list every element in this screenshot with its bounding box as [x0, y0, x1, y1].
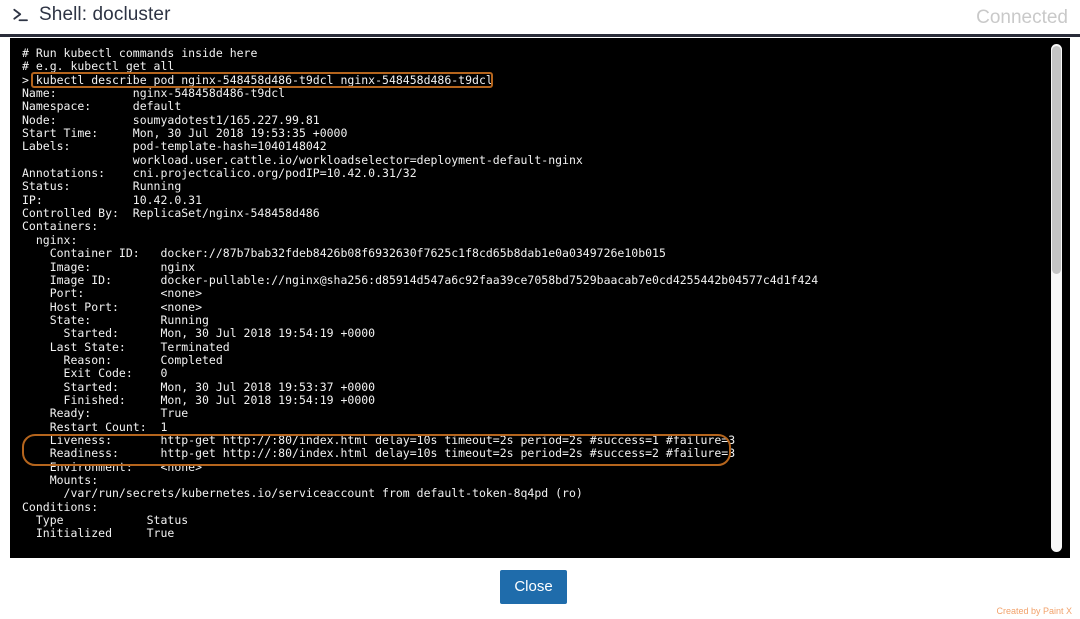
- terminal-scrollbar[interactable]: [1051, 44, 1062, 552]
- terminal-line: State: Running: [22, 312, 209, 327]
- terminal-line: Start Time: Mon, 30 Jul 2018 19:53:35 +0…: [22, 126, 348, 141]
- terminal-line: Annotations: cni.projectcalico.org/podIP…: [22, 166, 417, 181]
- terminal-line: Controlled By: ReplicaSet/nginx-548458d4…: [22, 206, 320, 221]
- terminal-line: Readiness: http-get http://:80/index.htm…: [22, 446, 736, 461]
- terminal-output[interactable]: # Run kubectl commands inside here # e.g.…: [22, 46, 1036, 541]
- terminal-line: Image ID: docker-pullable://nginx@sha256…: [22, 272, 819, 287]
- terminal-line: Namespace: default: [22, 99, 182, 114]
- terminal-line: Started: Mon, 30 Jul 2018 19:53:37 +0000: [22, 379, 376, 394]
- terminal-line: Mounts:: [22, 473, 99, 487]
- terminal-line: IP: 10.42.0.31: [22, 192, 203, 207]
- terminal-line: Node: soumyadotest1/165.227.99.81: [22, 112, 320, 127]
- shell-header-left: Shell: docluster: [12, 4, 171, 26]
- terminal-line: Status: Running: [22, 179, 182, 194]
- connection-status-badge: Connected: [976, 7, 1068, 28]
- terminal-line: Containers:: [22, 219, 99, 234]
- terminal-line: workload.user.cattle.io/workloadselector…: [22, 152, 583, 167]
- terminal-line: # Run kubectl commands inside here: [22, 46, 258, 60]
- terminal-line: Last State: Terminated: [22, 339, 230, 354]
- terminal-line: Host Port: <none>: [22, 299, 203, 314]
- terminal-line: nginx:: [22, 232, 78, 247]
- terminal-line: Container ID: docker://87b7bab32fdeb8426…: [22, 246, 666, 261]
- terminal-prompt-icon: [13, 8, 28, 22]
- terminal-panel[interactable]: # Run kubectl commands inside here # e.g.…: [10, 38, 1070, 558]
- page-title: Shell: docluster: [39, 4, 171, 25]
- terminal-line: Finished: Mon, 30 Jul 2018 19:54:19 +000…: [22, 392, 376, 407]
- terminal-line: Liveness: http-get http://:80/index.html…: [22, 432, 736, 447]
- terminal-line: Ready: True: [22, 406, 189, 421]
- terminal-line: Conditions:: [22, 499, 99, 514]
- terminal-line: Reason: Completed: [22, 352, 223, 367]
- terminal-line: > kubectl describe pod nginx-548458d486-…: [22, 72, 493, 87]
- shell-header: Shell: docluster Connected: [0, 0, 1080, 37]
- close-button[interactable]: Close: [500, 570, 567, 604]
- terminal-line: Started: Mon, 30 Jul 2018 19:54:19 +0000: [22, 326, 376, 341]
- terminal-line: Labels: pod-template-hash=1040148042: [22, 139, 327, 154]
- terminal-line: Name: nginx-548458d486-t9dcl: [22, 86, 286, 101]
- terminal-line: /var/run/secrets/kubernetes.io/serviceac…: [22, 486, 583, 501]
- terminal-line: Port: <none>: [22, 286, 203, 301]
- watermark-label: Created by Paint X: [996, 606, 1072, 616]
- terminal-line: Type Status: [22, 513, 189, 528]
- terminal-line: Environment: <none>: [22, 459, 203, 474]
- terminal-line: Initialized True: [22, 526, 175, 541]
- terminal-line: Restart Count: 1: [22, 419, 168, 434]
- terminal-scrollbar-thumb[interactable]: [1052, 46, 1061, 274]
- terminal-line: Exit Code: 0: [22, 366, 168, 381]
- terminal-line: # e.g. kubectl get all: [22, 59, 175, 74]
- terminal-line: Image: nginx: [22, 259, 196, 274]
